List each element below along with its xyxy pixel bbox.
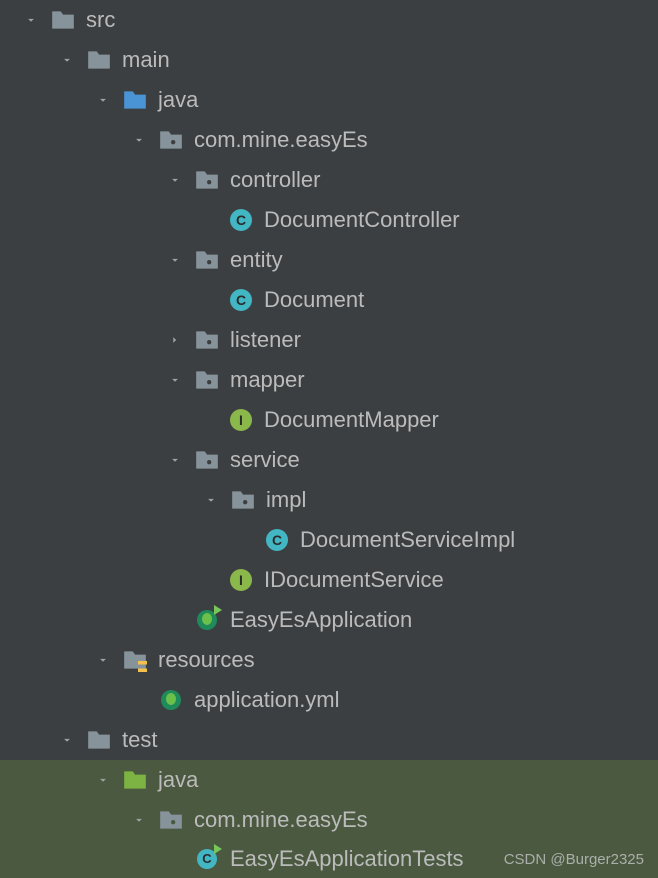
svg-text:C: C [202,851,212,866]
chevron-right-icon[interactable] [166,331,184,349]
class-icon: C [266,529,288,551]
tree-row-document-controller[interactable]: C DocumentController [0,200,658,240]
node-label: main [122,47,170,73]
tree-row-document[interactable]: C Document [0,280,658,320]
watermark-text: CSDN @Burger2325 [504,851,644,868]
spring-boot-run-icon [194,607,220,633]
package-icon [194,447,220,473]
node-label: resources [158,647,255,673]
tree-row-resources[interactable]: resources [0,640,658,680]
tree-row-java[interactable]: java [0,80,658,120]
tree-row-mapper[interactable]: mapper [0,360,658,400]
interface-icon: I [230,409,252,431]
tree-row-impl[interactable]: impl [0,480,658,520]
chevron-down-icon[interactable] [166,171,184,189]
interface-icon: I [230,569,252,591]
spring-config-icon [158,687,184,713]
chevron-down-icon[interactable] [58,731,76,749]
node-label: EasyEsApplicationTests [230,846,464,872]
tree-row-package[interactable]: com.mine.easyEs [0,120,658,160]
package-icon [194,367,220,393]
chevron-down-icon[interactable] [94,91,112,109]
package-icon [158,807,184,833]
chevron-down-icon[interactable] [130,811,148,829]
tree-row-entity[interactable]: entity [0,240,658,280]
node-label: java [158,767,198,793]
chevron-down-icon[interactable] [166,451,184,469]
node-label: application.yml [194,687,340,713]
chevron-down-icon[interactable] [202,491,220,509]
chevron-down-icon[interactable] [22,11,40,29]
tree-row-main[interactable]: main [0,40,658,80]
node-label: com.mine.easyEs [194,807,368,833]
chevron-down-icon[interactable] [94,771,112,789]
folder-icon [86,47,112,73]
tree-row-src[interactable]: src [0,0,658,40]
node-label: java [158,87,198,113]
node-label: controller [230,167,320,193]
tree-row-test-java[interactable]: java [0,760,658,800]
package-icon [194,247,220,273]
node-label: EasyEsApplication [230,607,412,633]
class-icon: C [230,209,252,231]
test-source-folder-icon [122,767,148,793]
tree-row-test[interactable]: test [0,720,658,760]
node-label: service [230,447,300,473]
tree-row-service[interactable]: service [0,440,658,480]
node-label: DocumentServiceImpl [300,527,515,553]
tree-row-test-package[interactable]: com.mine.easyEs [0,800,658,840]
tree-row-controller[interactable]: controller [0,160,658,200]
node-label: listener [230,327,301,353]
chevron-down-icon[interactable] [166,371,184,389]
package-icon [194,167,220,193]
node-label: Document [264,287,364,313]
node-label: impl [266,487,306,513]
tree-row-easyes-application[interactable]: EasyEsApplication [0,600,658,640]
chevron-down-icon[interactable] [166,251,184,269]
tree-row-document-service-impl[interactable]: C DocumentServiceImpl [0,520,658,560]
chevron-down-icon[interactable] [94,651,112,669]
resources-folder-icon [122,647,148,673]
tree-row-idocumentservice[interactable]: I IDocumentService [0,560,658,600]
tree-row-document-mapper[interactable]: I DocumentMapper [0,400,658,440]
tree-row-application-yml[interactable]: application.yml [0,680,658,720]
folder-icon [50,7,76,33]
node-label: entity [230,247,283,273]
node-label: com.mine.easyEs [194,127,368,153]
source-folder-icon [122,87,148,113]
class-icon: C [230,289,252,311]
tree-row-listener[interactable]: listener [0,320,658,360]
node-label: DocumentMapper [264,407,439,433]
node-label: src [86,7,115,33]
package-icon [230,487,256,513]
folder-icon [86,727,112,753]
package-icon [158,127,184,153]
package-icon [194,327,220,353]
chevron-down-icon[interactable] [58,51,76,69]
spring-boot-run-icon: C [194,846,220,872]
node-label: mapper [230,367,305,393]
chevron-down-icon[interactable] [130,131,148,149]
node-label: IDocumentService [264,567,444,593]
node-label: test [122,727,157,753]
node-label: DocumentController [264,207,460,233]
